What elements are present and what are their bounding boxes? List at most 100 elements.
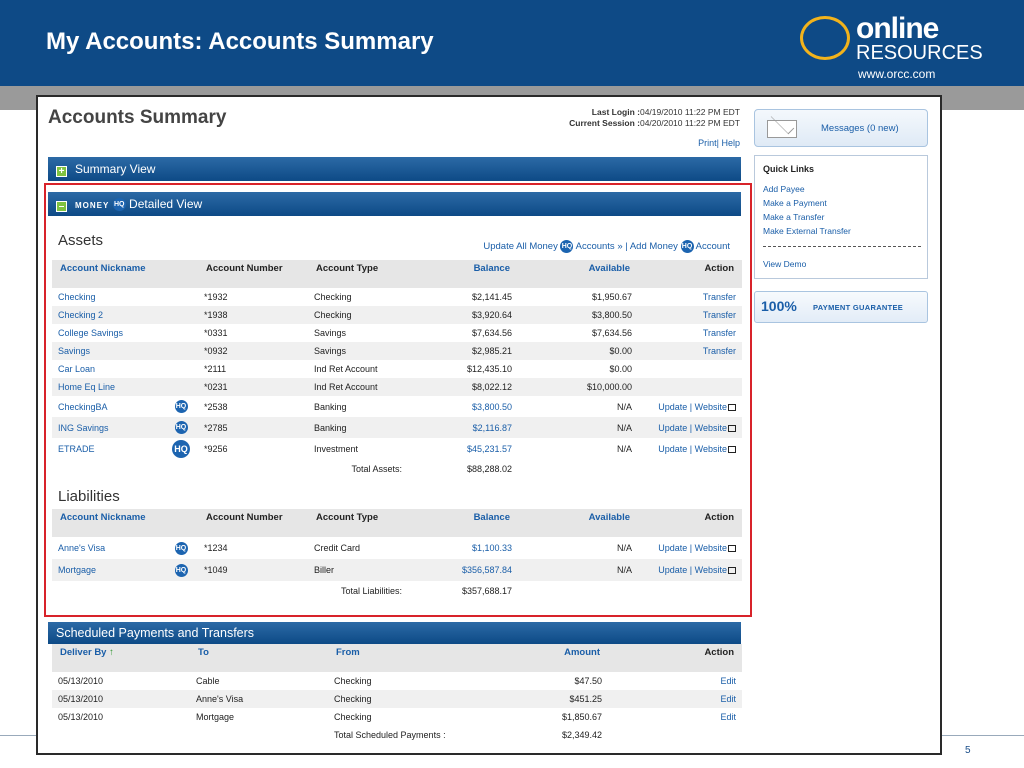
account-number: *9256 — [204, 443, 228, 454]
action-cell: Transfer — [638, 342, 742, 360]
liabilities-body: Anne's Visa HQ *1234 Credit Card $1,100.33 N/… — [52, 537, 742, 601]
account-nickname-link[interactable]: Savings — [52, 342, 164, 360]
transfer-link[interactable]: Transfer — [703, 328, 736, 338]
help-link[interactable]: Help — [721, 138, 740, 148]
hq-cell — [164, 306, 198, 324]
transfer-link[interactable]: Transfer — [703, 346, 736, 356]
account-nickname-link[interactable]: Anne's Visa — [52, 537, 164, 559]
table-row: Car Loan *2111 Ind Ret Account $12,435.10 $0… — [52, 360, 742, 378]
account-nickname-link[interactable]: ETRADE — [52, 438, 164, 459]
col-deliver-by[interactable]: Deliver By ↑ — [52, 644, 190, 672]
account-type: Credit Card — [314, 543, 361, 553]
website-link[interactable]: Website — [695, 402, 727, 412]
transfer-link[interactable]: Transfer — [703, 292, 736, 302]
update-link[interactable]: Update — [658, 402, 687, 412]
col-to[interactable]: To — [190, 644, 328, 672]
new-window-icon[interactable] — [728, 567, 736, 574]
table-row: ING Savings HQ *2785 Banking $2,116.87 N/A Upd… — [52, 417, 742, 438]
account-number: *2538 — [204, 401, 228, 412]
update-link[interactable]: Update — [658, 444, 687, 454]
quick-link-item[interactable]: Make a Payment — [763, 196, 851, 210]
col-available[interactable]: Available — [518, 509, 638, 537]
quick-link-item[interactable]: Add Payee — [763, 182, 851, 196]
action-cell — [638, 360, 742, 378]
scheduled-date: 05/13/2010 — [58, 676, 104, 686]
quick-links-box: Quick Links Add Payee Make a Payment Make … — [754, 155, 928, 279]
account-nickname-link[interactable]: Checking — [52, 288, 164, 306]
quick-link-item[interactable]: Make External Transfer — [763, 224, 851, 238]
print-link[interactable]: Print — [698, 138, 717, 148]
new-window-icon[interactable] — [728, 424, 736, 432]
balance-value: $45,231.57 — [466, 443, 512, 454]
account-type: Investment — [314, 443, 359, 454]
account-type: Checking — [308, 306, 408, 324]
transfer-link[interactable]: Transfer — [703, 310, 736, 320]
col-action: Action — [638, 509, 742, 537]
new-window-icon[interactable] — [728, 545, 736, 552]
website-link[interactable]: Website — [695, 543, 727, 553]
separator: | — [687, 401, 695, 412]
view-demo-link[interactable]: View Demo — [763, 259, 806, 269]
balance-value: $7,634.56 — [471, 328, 512, 338]
empty-cell — [518, 581, 638, 601]
available-value: N/A — [616, 543, 632, 553]
col-account-nickname[interactable]: Account Nickname — [52, 509, 164, 537]
new-window-icon[interactable] — [728, 403, 736, 411]
edit-link[interactable]: Edit — [608, 690, 742, 708]
account-nickname-link[interactable]: Checking 2 — [52, 306, 164, 324]
payment-guarantee-badge[interactable]: 100% PAYMENT GUARANTEE — [754, 291, 928, 323]
col-balance[interactable]: Balance — [408, 509, 518, 537]
hq-cell: HQ — [164, 537, 198, 559]
col-action: Action — [638, 260, 742, 288]
scheduled-date: 05/13/2010 — [58, 712, 104, 722]
update-links: Update All Money HQ Accounts » | Add Mon… — [483, 240, 730, 253]
website-link[interactable]: Website — [695, 444, 727, 454]
update-link[interactable]: Update — [658, 565, 687, 575]
account-number: *0331 — [204, 328, 228, 338]
col-amount[interactable]: Amount — [478, 644, 608, 672]
add-money-account-link[interactable]: Add Money HQ Account — [630, 240, 730, 253]
col-account-number: Account Number — [198, 509, 308, 537]
balance-value: $2,985.21 — [408, 342, 518, 360]
balance-value: $3,920.64 — [408, 306, 518, 324]
balance-value: $12,435.10 — [466, 364, 512, 374]
update-all-link[interactable]: Update All Money HQ Accounts » — [483, 240, 623, 253]
website-link[interactable]: Website — [695, 565, 727, 575]
messages-box[interactable]: Messages (0 new) — [754, 109, 928, 147]
col-action: Action — [608, 644, 742, 672]
balance-value: $8,022.12 — [408, 378, 518, 396]
scheduled-title: Scheduled Payments and Transfers — [56, 626, 255, 640]
summary-view-bar[interactable]: + Summary View — [48, 157, 741, 181]
quick-link-item[interactable]: Make a Transfer — [763, 210, 851, 224]
envelope-icon — [767, 120, 797, 138]
update-link[interactable]: Update — [658, 543, 687, 553]
footer-line — [0, 735, 36, 736]
col-from[interactable]: From — [328, 644, 478, 672]
account-nickname-link[interactable]: Home Eq Line — [52, 378, 164, 396]
col-available[interactable]: Available — [518, 260, 638, 288]
edit-link[interactable]: Edit — [608, 672, 742, 690]
detailed-view-bar[interactable]: – MONEY HQ Detailed View — [48, 192, 741, 216]
liabilities-table: Account Nickname Account Number Account … — [52, 509, 742, 601]
account-type: Ind Ret Account — [308, 378, 408, 396]
col-account-nickname[interactable]: Account Nickname — [52, 260, 164, 288]
new-window-icon[interactable] — [728, 445, 736, 453]
account-nickname-link[interactable]: ING Savings — [52, 417, 164, 438]
edit-link[interactable]: Edit — [608, 708, 742, 726]
empty-cell — [608, 726, 742, 744]
account-nickname-link[interactable]: College Savings — [52, 324, 164, 342]
col-balance[interactable]: Balance — [408, 260, 518, 288]
website-link[interactable]: Website — [695, 423, 727, 433]
detailed-view-label: Detailed View — [129, 197, 203, 211]
available-value: $0.00 — [518, 342, 638, 360]
account-nickname-link[interactable]: Mortgage — [52, 559, 164, 581]
update-link[interactable]: Update — [658, 423, 687, 433]
hq-cell: HQ — [164, 417, 198, 438]
account-number: *2785 — [198, 417, 308, 438]
total-value: $88,288.02 — [466, 464, 512, 474]
page-number: 5 — [965, 745, 971, 756]
summary-view-label: Summary View — [75, 162, 156, 176]
account-nickname-link[interactable]: Car Loan — [52, 360, 164, 378]
account-nickname-link[interactable]: CheckingBA — [52, 396, 164, 417]
action-cell: Transfer — [638, 324, 742, 342]
